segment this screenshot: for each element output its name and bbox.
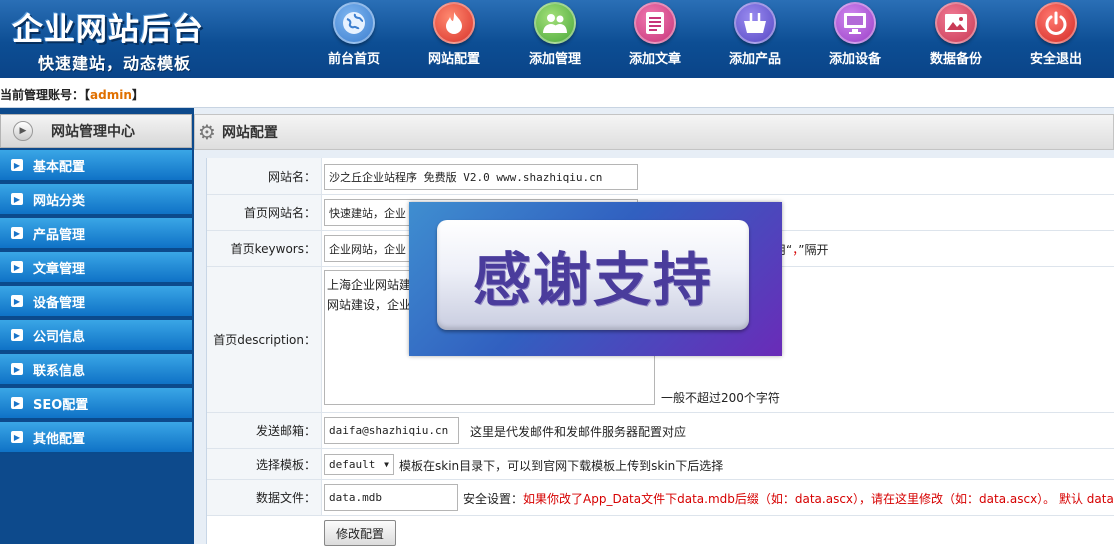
- page-title: 网站配置: [221, 125, 278, 141]
- bracket-close: 】: [131, 88, 144, 102]
- form-row-data-file: 数据文件： data.mdb 安全设置：如果你改了App_Data文件下data…: [207, 480, 1114, 516]
- logo-title: 企业网站后台: [12, 12, 204, 48]
- nav-label: 添加设备: [828, 52, 881, 67]
- thanks-banner-plate: 感谢支持: [437, 220, 749, 330]
- sidebar-item-contact-info[interactable]: ▶ 联系信息: [0, 354, 192, 386]
- nav-data-backup[interactable]: 数据备份: [919, 2, 993, 67]
- data-file-hint: 安全设置：如果你改了App_Data文件下data.mdb后缀（如：data.a…: [463, 490, 1114, 507]
- account-username: admin: [90, 88, 132, 102]
- arrow-right-icon: ▶: [11, 329, 23, 341]
- email-input[interactable]: daifa@shazhiqiu.cn: [324, 417, 459, 444]
- security-note: 如果你改了App_Data文件下data.mdb后缀（如：data.ascx），…: [523, 492, 1114, 506]
- site-name-label: 网站名：: [207, 158, 322, 194]
- users-icon: [534, 2, 576, 44]
- arrow-right-icon: ▶: [11, 295, 23, 307]
- sidebar-item-label: 联系信息: [33, 363, 86, 379]
- sidebar-title: 网站管理中心: [51, 124, 135, 140]
- description-label: 首页description：: [207, 267, 322, 412]
- nav-add-product[interactable]: 添加产品: [718, 2, 792, 67]
- nav-logout[interactable]: 安全退出: [1019, 2, 1093, 67]
- image-icon: [935, 2, 977, 44]
- header: 企业网站后台 快速建站，动态模板 前台首页 网站配置 添加管理 添加文章 添加产…: [0, 0, 1114, 78]
- template-selected: default: [329, 458, 376, 471]
- site-name-input[interactable]: 沙之丘企业站程序 免费版 V2.0 www.shazhiqiu.cn: [324, 164, 638, 190]
- basket-icon: [734, 2, 776, 44]
- thanks-banner-text: 感谢支持: [472, 246, 713, 314]
- arrow-right-icon: ▶: [11, 261, 23, 273]
- nav-site-config[interactable]: 网站配置: [417, 2, 491, 67]
- sidebar-item-label: 设备管理: [33, 295, 86, 311]
- sidebar-item-label: 产品管理: [33, 227, 86, 243]
- gear-icon: ⚙: [198, 120, 216, 144]
- flame-icon: [433, 2, 475, 44]
- nav-home[interactable]: 前台首页: [317, 2, 391, 67]
- data-file-input[interactable]: data.mdb: [324, 484, 458, 511]
- sidebar-item-devices[interactable]: ▶ 设备管理: [0, 286, 192, 318]
- account-info: 当前管理账号：【admin】: [0, 86, 144, 103]
- keywords-hint-post: ”隔开: [798, 243, 829, 257]
- monitor-icon: [834, 2, 876, 44]
- template-hint: 模板在skin目录下，可以到官网下载模板上传到skin下后选择: [399, 459, 724, 473]
- description-hint: 一般不超过200个字符: [661, 391, 780, 405]
- nav-label: 前台首页: [327, 52, 380, 67]
- sidebar-item-site-category[interactable]: ▶ 网站分类: [0, 184, 192, 216]
- document-icon: [634, 2, 676, 44]
- account-label: 当前管理账号：: [0, 88, 85, 102]
- sidebar-item-basic-config[interactable]: ▶ 基本配置: [0, 150, 192, 182]
- keywords-hint: 用“，”隔开: [774, 241, 828, 258]
- keywords-label: 首页keywors：: [207, 231, 322, 266]
- submit-config-button[interactable]: 修改配置: [324, 520, 396, 546]
- sidebar-item-seo[interactable]: ▶ SEO配置: [0, 388, 192, 420]
- sidebar-item-articles[interactable]: ▶ 文章管理: [0, 252, 192, 284]
- power-icon: [1035, 2, 1077, 44]
- form-row-template: 选择模板： default ▼ 模板在skin目录下，可以到官网下载模板上传到sk…: [207, 449, 1114, 480]
- data-file-label: 数据文件：: [207, 480, 322, 515]
- email-hint: 这里是代发邮件和发邮件服务器配置对应: [470, 425, 687, 439]
- panel-title-bar: ⚙ 网站配置: [194, 114, 1114, 150]
- nav-add-article[interactable]: 添加文章: [618, 2, 692, 67]
- form-row-email: 发送邮箱： daifa@shazhiqiu.cn 这里是代发邮件和发邮件服务器配…: [207, 413, 1114, 449]
- collapse-icon[interactable]: ▶: [13, 121, 33, 141]
- chevron-down-icon: ▼: [384, 460, 389, 469]
- arrow-right-icon: ▶: [11, 193, 23, 205]
- account-bar: 当前管理账号：【admin】: [0, 78, 1114, 108]
- nav-label: 网站配置: [427, 52, 480, 67]
- nav-add-device[interactable]: 添加设备: [818, 2, 892, 67]
- arrow-right-icon: ▶: [11, 159, 23, 171]
- sidebar-item-label: 网站分类: [33, 193, 86, 209]
- template-select[interactable]: default ▼: [324, 454, 394, 475]
- arrow-right-icon: ▶: [11, 431, 23, 443]
- home-title-label: 首页网站名：: [207, 195, 322, 230]
- logo-slogan: 快速建站，动态模板: [38, 54, 192, 73]
- nav-label: 数据备份: [929, 52, 982, 67]
- security-label: 安全设置：: [463, 492, 524, 506]
- globe-icon: [333, 2, 375, 44]
- nav-label: 添加产品: [728, 52, 781, 67]
- arrow-right-icon: ▶: [11, 227, 23, 239]
- sidebar-header: ▶ 网站管理中心: [0, 114, 192, 148]
- nav-label: 添加文章: [628, 52, 681, 67]
- sidebar-item-label: SEO配置: [33, 397, 89, 413]
- logo: 企业网站后台 快速建站，动态模板: [12, 4, 204, 74]
- thanks-banner-image: 感谢支持: [409, 202, 782, 356]
- sidebar-item-products[interactable]: ▶ 产品管理: [0, 218, 192, 250]
- sidebar-item-label: 公司信息: [33, 329, 86, 345]
- sidebar-item-label: 其他配置: [33, 431, 86, 447]
- arrow-right-icon: ▶: [11, 397, 23, 409]
- nav-label: 安全退出: [1029, 52, 1082, 67]
- form-row-site-name: 网站名： 沙之丘企业站程序 免费版 V2.0 www.shazhiqiu.cn: [207, 158, 1114, 195]
- nav-add-admin[interactable]: 添加管理: [518, 2, 592, 67]
- sidebar-item-other-config[interactable]: ▶ 其他配置: [0, 422, 192, 454]
- arrow-right-icon: ▶: [11, 363, 23, 375]
- sidebar-item-label: 基本配置: [33, 159, 86, 175]
- nav-label: 添加管理: [528, 52, 581, 67]
- email-label: 发送邮箱：: [207, 413, 322, 448]
- template-label: 选择模板：: [207, 449, 322, 479]
- sidebar-item-company-info[interactable]: ▶ 公司信息: [0, 320, 192, 352]
- sidebar-item-label: 文章管理: [33, 261, 86, 277]
